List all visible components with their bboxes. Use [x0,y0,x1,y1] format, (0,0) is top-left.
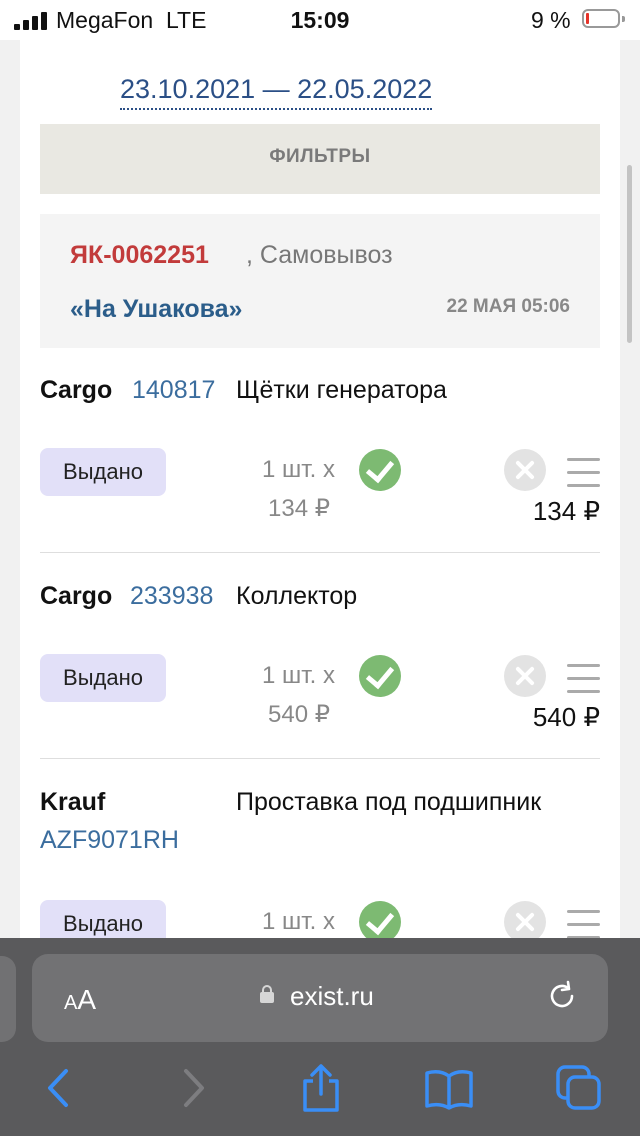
item-quantity: 1 шт. х [262,908,335,935]
url-domain[interactable]: exist.ru [290,981,374,1012]
text-size-big: A [77,984,97,1015]
order-delivery-type: , Самовывоз [246,241,393,269]
order-item: Krauf AZF9071RH Проставка под подшипник … [40,782,600,940]
battery-level [586,13,589,24]
order-date: 22 МАЯ 05:06 [446,296,571,317]
menu-icon[interactable] [567,910,600,940]
back-icon[interactable] [34,1063,84,1113]
cancel-icon[interactable] [504,901,546,940]
item-article-link[interactable]: 140817 [132,376,215,405]
item-unit-price: 134 ₽ [268,495,330,522]
menu-icon[interactable] [567,664,600,694]
order-header: ЯК-0062251 , Самовывоз «На Ушакова» 22 М… [40,214,600,348]
forward-icon[interactable] [168,1063,218,1113]
battery-percent: 9 % [531,7,571,33]
divider [40,552,600,553]
browser-toolbar: AA exist.ru [0,938,640,1136]
order-item: Cargo 233938 Коллектор Выдано 1 шт. х 54… [40,576,600,760]
address-bar[interactable]: AA exist.ru [32,954,608,1042]
item-brand: Cargo [40,376,113,404]
menu-icon[interactable] [567,458,600,488]
pickup-store[interactable]: «На Ушакова» [70,295,242,324]
previous-tab-peek[interactable] [0,956,16,1042]
item-total: 540 ₽ [532,702,600,732]
item-brand: Cargo [40,582,113,610]
item-quantity: 1 шт. х [262,662,335,689]
tabs-icon[interactable] [554,1063,604,1113]
item-total: 134 ₽ [532,496,600,526]
item-title: Проставка под подшипник [236,788,542,816]
item-brand: Krauf [40,788,106,816]
check-icon [359,449,401,491]
item-quantity: 1 шт. х [262,456,335,483]
status-badge: Выдано [40,654,166,702]
share-icon[interactable] [296,1063,346,1113]
item-article-link[interactable]: 233938 [130,582,213,611]
battery-icon [582,9,625,28]
date-range-picker[interactable]: 23.10.2021 — 22.05.2022 [120,74,433,110]
cancel-icon[interactable] [504,655,546,697]
item-title: Коллектор [236,582,358,610]
check-icon [359,901,401,940]
page-scrollbar[interactable] [627,165,632,343]
lock-icon [260,985,274,1003]
page-content: 23.10.2021 — 22.05.2022 ФИЛЬТРЫ ЯК-00622… [20,40,620,940]
filters-button[interactable]: ФИЛЬТРЫ [40,124,600,194]
cancel-icon[interactable] [504,449,546,491]
order-item: Cargo 140817 Щётки генератора Выдано 1 ш… [40,370,600,554]
reload-icon[interactable] [546,980,578,1012]
status-bar: MegaFon LTE 15:09 9 % [0,0,640,40]
order-number[interactable]: ЯК-0062251 [70,241,209,270]
check-icon [359,655,401,697]
bookmarks-icon[interactable] [424,1063,474,1113]
text-size-small: A [64,992,78,1014]
status-badge: Выдано [40,448,166,496]
item-unit-price: 540 ₽ [268,701,330,728]
divider [40,758,600,759]
text-size-button[interactable]: AA [64,984,96,1016]
item-title: Щётки генератора [236,376,447,404]
item-article-link[interactable]: AZF9071RH [40,826,179,855]
status-badge: Выдано [40,900,166,940]
